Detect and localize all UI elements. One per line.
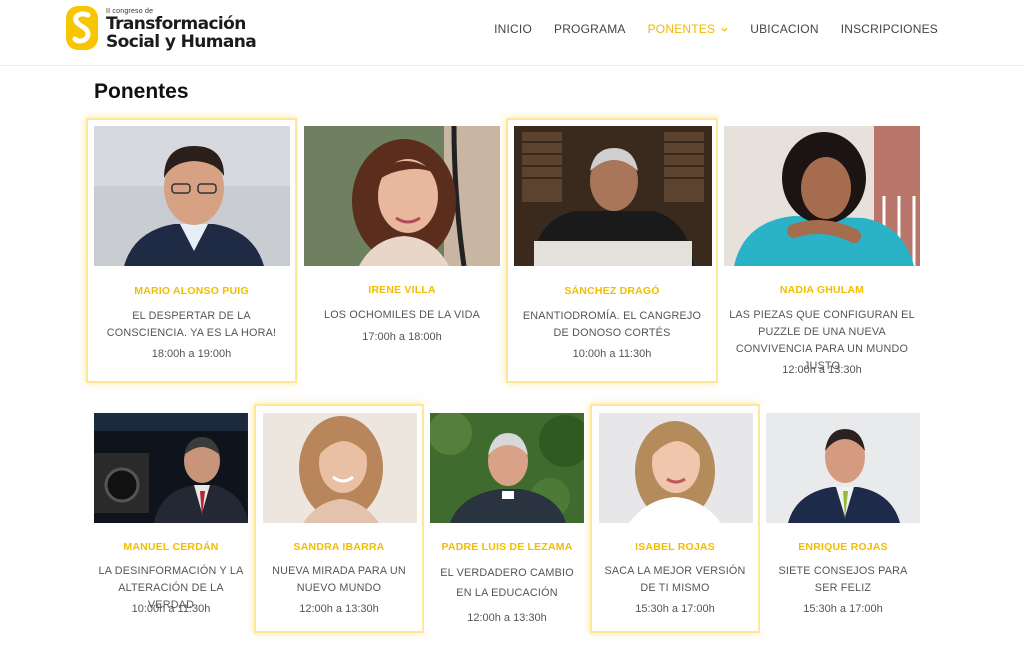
speaker-name: IRENE VILLA — [368, 284, 436, 296]
talk-time: 10:00h a 11:30h — [572, 348, 652, 360]
speaker-photo — [599, 413, 753, 523]
speaker-name: ISABEL ROJAS — [635, 541, 715, 553]
speaker-photo — [94, 413, 248, 523]
nav-inscripciones[interactable]: INSCRIPCIONES — [841, 22, 938, 36]
talk-title: EL VERDADERO CAMBIO EN LA EDUCACIÓN — [440, 567, 574, 599]
speaker-name: MANUEL CERDÁN — [123, 541, 219, 553]
speaker-card-irene-villa[interactable]: IRENE VILLA LOS OCHOMILES DE LA VIDA 17:… — [298, 118, 506, 383]
speaker-name: SANDRA IBARRA — [293, 541, 385, 553]
site-header: II congreso de Transformación Social y H… — [0, 0, 1024, 66]
main-nav: INICIO PROGRAMA PONENTES UBICACION INSCR… — [472, 22, 938, 36]
speaker-photo — [514, 126, 712, 266]
talk-time: 12:00h a 13:30h — [299, 603, 379, 615]
talk-title: SACA LA MEJOR VERSIÓN DE TI MISMO — [604, 565, 746, 594]
speaker-name: PADRE LUIS DE LEZAMA — [441, 541, 573, 553]
talk-title: NUEVA MIRADA PARA UN NUEVO MUNDO — [272, 565, 406, 594]
speaker-photo — [94, 126, 290, 266]
speaker-card-nadia-ghulam[interactable]: NADIA GHULAM LAS PIEZAS QUE CONFIGURAN E… — [718, 118, 926, 383]
nav-programa[interactable]: PROGRAMA — [554, 22, 626, 36]
speaker-card-sandra-ibarra[interactable]: SANDRA IBARRA NUEVA MIRADA PARA UN NUEVO… — [254, 404, 424, 633]
talk-time: 17:00h a 18:00h — [362, 331, 442, 343]
nav-inicio[interactable]: INICIO — [494, 22, 532, 36]
speaker-card-manuel-cerdan[interactable]: MANUEL CERDÁN LA DESINFORMACIÓN Y LA ALT… — [88, 405, 254, 633]
logo-mark-icon — [66, 6, 98, 50]
talk-time: 18:00h a 19:00h — [151, 348, 232, 360]
nav-ubicacion[interactable]: UBICACION — [750, 22, 818, 36]
page-title: Ponentes — [94, 80, 189, 103]
talk-title: LOS OCHOMILES DE LA VIDA — [323, 309, 480, 321]
speaker-card-isabel-rojas[interactable]: ISABEL ROJAS SACA LA MEJOR VERSIÓN DE TI… — [590, 404, 760, 633]
speaker-photo — [304, 126, 500, 266]
chevron-down-icon — [721, 27, 728, 32]
speaker-name: ENRIQUE ROJAS — [798, 541, 888, 553]
talk-time: 15:30h a 17:00h — [635, 603, 715, 615]
speaker-photo — [766, 413, 920, 523]
talk-time: 15:30h a 17:00h — [803, 603, 883, 615]
nav-ponentes[interactable]: PONENTES — [648, 22, 729, 36]
speaker-name: SÁNCHEZ DRAGÓ — [564, 285, 660, 297]
talk-title: ENANTIODROMÍA. EL CANGREJO DE DONOSO COR… — [522, 310, 702, 339]
speaker-card-sanchez-drago[interactable]: SÁNCHEZ DRAGÓ ENANTIODROMÍA. EL CANGREJO… — [506, 118, 718, 383]
site-logo[interactable]: II congreso de Transformación Social y H… — [66, 6, 257, 52]
talk-time: 12:00h a 13:30h — [782, 364, 862, 376]
talk-title: EL DESPERTAR DE LA CONSCIENCIA. YA ES LA… — [106, 310, 277, 339]
talk-time: 12:00h a 13:30h — [467, 612, 547, 624]
talk-title: SIETE CONSEJOS PARA SER FELIZ — [778, 565, 908, 594]
speaker-card-mario-alonso-puig[interactable]: MARIO ALONSO PUIG EL DESPERTAR DE LA CON… — [86, 118, 297, 383]
speaker-name: MARIO ALONSO PUIG — [134, 285, 249, 297]
speaker-photo — [263, 413, 417, 523]
speaker-name: NADIA GHULAM — [779, 284, 865, 296]
speaker-photo — [430, 413, 584, 523]
speaker-photo — [724, 126, 920, 266]
logo-title-line2: Social y Humana — [106, 32, 257, 52]
speaker-card-padre-luis-de-lezama[interactable]: PADRE LUIS DE LEZAMA EL VERDADERO CAMBIO… — [424, 405, 590, 633]
talk-time: 10:00h a 11:30h — [131, 603, 211, 615]
logo-title-line1: Transformación — [106, 14, 246, 34]
nav-ponentes-label: PONENTES — [647, 22, 716, 36]
speaker-card-enrique-rojas[interactable]: ENRIQUE ROJAS SIETE CONSEJOS PARA SER FE… — [760, 405, 926, 633]
